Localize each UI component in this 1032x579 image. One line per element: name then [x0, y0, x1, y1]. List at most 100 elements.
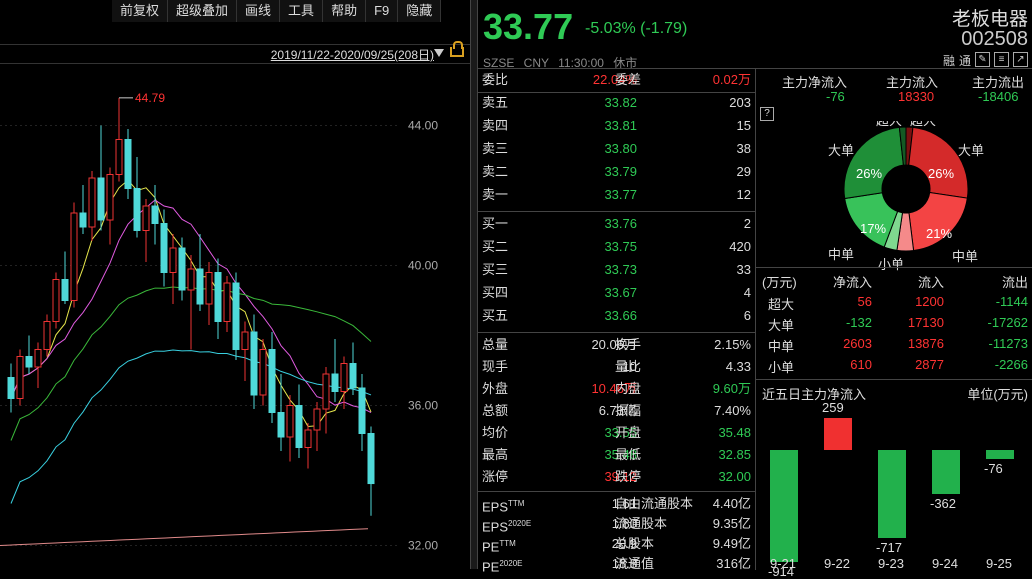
- bid-label: 买三: [482, 262, 509, 277]
- stat-row: 均价 33.55 开盘 35.48: [477, 422, 755, 444]
- stat-row: 外盘 10.46万 内盘 9.60万: [477, 378, 755, 400]
- candle-body[interactable]: [43, 321, 51, 350]
- flow-table-header: 流入: [917, 275, 944, 290]
- candle-body[interactable]: [61, 279, 69, 301]
- bid-row[interactable]: 买四 33.67 4: [477, 282, 755, 304]
- candle-body[interactable]: [304, 429, 312, 448]
- date-range-text[interactable]: 2019/11/22-2020/09/25(208日): [271, 46, 434, 63]
- ask-row[interactable]: 卖二 33.79 29: [477, 161, 755, 183]
- candle-body[interactable]: [178, 247, 186, 291]
- candle-body[interactable]: [106, 174, 114, 221]
- fundamental-label-2: 自由流通股本: [615, 496, 694, 511]
- candle-body[interactable]: [196, 268, 204, 305]
- donut-label: 26%: [856, 166, 882, 181]
- candle-body[interactable]: [259, 349, 267, 396]
- bid-row[interactable]: 买一 33.76 2: [477, 213, 755, 235]
- candle-body[interactable]: [331, 373, 339, 392]
- flow-net: 56: [857, 294, 872, 309]
- last-price: 33.77: [483, 6, 574, 47]
- flow-bar[interactable]: [932, 450, 960, 495]
- candle-body[interactable]: [232, 282, 240, 350]
- candle-body[interactable]: [142, 205, 150, 231]
- candle-body[interactable]: [349, 363, 357, 389]
- candle-body[interactable]: [367, 433, 375, 485]
- candle-body[interactable]: [7, 377, 15, 399]
- candle-body[interactable]: [151, 205, 159, 224]
- donut-label: 中单: [952, 249, 978, 264]
- bid-price: 33.67: [604, 285, 637, 300]
- bid-volume: 6: [743, 308, 751, 323]
- flow-row-label: 超大: [768, 297, 795, 312]
- candle-body[interactable]: [34, 349, 42, 368]
- candle-body[interactable]: [223, 282, 231, 322]
- divider-line: [477, 491, 755, 492]
- candle-body[interactable]: [250, 331, 258, 396]
- flow-bar[interactable]: [878, 450, 906, 538]
- ask-price: 33.82: [604, 95, 637, 110]
- candle-body[interactable]: [241, 331, 249, 350]
- range-dropdown-icon[interactable]: [434, 49, 444, 57]
- toolbar-button-5[interactable]: F9: [366, 0, 399, 22]
- toolbar-button-0[interactable]: 前复权: [112, 0, 169, 22]
- lock-icon[interactable]: [450, 41, 464, 57]
- fundamental-label-text: PE: [482, 559, 500, 575]
- candle-body[interactable]: [124, 139, 132, 189]
- candle-body[interactable]: [277, 412, 285, 438]
- export-icon[interactable]: ↗: [1013, 52, 1028, 67]
- stat-label-2: 振幅: [615, 403, 642, 418]
- flow-in: 13876: [907, 336, 944, 351]
- bid-row[interactable]: 买五 33.66 6: [477, 305, 755, 327]
- candle-body[interactable]: [16, 356, 24, 399]
- candle-body[interactable]: [115, 139, 123, 175]
- candle-body[interactable]: [160, 223, 168, 273]
- y-tick-label: 36.00: [408, 399, 438, 413]
- ask-row[interactable]: 卖一 33.77 12: [477, 184, 755, 206]
- candle-body[interactable]: [214, 272, 222, 322]
- ask-row[interactable]: 卖五 33.82 203: [477, 92, 755, 114]
- flow-bar[interactable]: [824, 418, 852, 450]
- notes-icon[interactable]: ≡: [994, 52, 1009, 67]
- candle-body[interactable]: [169, 247, 177, 273]
- bid-row[interactable]: 买二 33.75 420: [477, 236, 755, 258]
- ask-row[interactable]: 卖三 33.80 38: [477, 138, 755, 160]
- toolbar-button-6[interactable]: 隐藏: [398, 0, 442, 22]
- candle-body[interactable]: [322, 373, 330, 410]
- help-icon[interactable]: ?: [760, 107, 774, 121]
- candle-body[interactable]: [70, 212, 78, 301]
- flow-in: 2877: [915, 357, 944, 372]
- candle-body[interactable]: [79, 212, 87, 228]
- candle-body[interactable]: [286, 405, 294, 438]
- candle-body[interactable]: [313, 408, 321, 431]
- bid-price: 33.75: [604, 239, 637, 254]
- flow-bar[interactable]: [986, 450, 1014, 460]
- stat-row: 涨停 39.12 跌停 32.00: [477, 466, 755, 488]
- candle-body[interactable]: [358, 387, 366, 434]
- candle-body[interactable]: [295, 405, 303, 448]
- candle-body[interactable]: [187, 268, 195, 291]
- candle-body[interactable]: [340, 363, 348, 392]
- fundamental-value-2: 9.35亿: [712, 516, 751, 531]
- toolbar-button-3[interactable]: 工具: [280, 0, 324, 22]
- toolbar-button-1[interactable]: 超级叠加: [168, 0, 238, 22]
- candle-body[interactable]: [25, 356, 33, 368]
- diff-value: 0.02万: [712, 72, 751, 87]
- candle-body[interactable]: [133, 188, 141, 231]
- candle-body[interactable]: [268, 349, 276, 413]
- edit-icon[interactable]: ✎: [975, 52, 990, 67]
- candle-body[interactable]: [52, 279, 60, 322]
- flow-table: (万元) 净流入 流入 流出 超大 56 1200 -1144 大单 -132 17130 -1726…: [756, 267, 1032, 378]
- candlestick-chart[interactable]: 44.00 40.00 36.00 32.00 44.79: [0, 63, 470, 569]
- candle-body[interactable]: [88, 177, 96, 228]
- kline-chart-pane[interactable]: 前复权 超级叠加 画线 工具 帮助 F9 隐藏 2019/11/22-2020/09/25(…: [0, 0, 470, 569]
- candle-body[interactable]: [205, 272, 213, 305]
- toolbar-button-2[interactable]: 画线: [237, 0, 281, 22]
- stat-label-2: 换手: [615, 337, 642, 352]
- stat-value-2: 2.15%: [714, 337, 751, 352]
- flow-bar[interactable]: [770, 450, 798, 562]
- ask-row[interactable]: 卖四 33.81 15: [477, 115, 755, 137]
- toolbar-button-4[interactable]: 帮助: [323, 0, 367, 22]
- fundamental-label-sup: 2020E: [499, 559, 523, 568]
- candle-body[interactable]: [97, 177, 105, 221]
- bid-price: 33.66: [604, 308, 637, 323]
- bid-row[interactable]: 买三 33.73 33: [477, 259, 755, 281]
